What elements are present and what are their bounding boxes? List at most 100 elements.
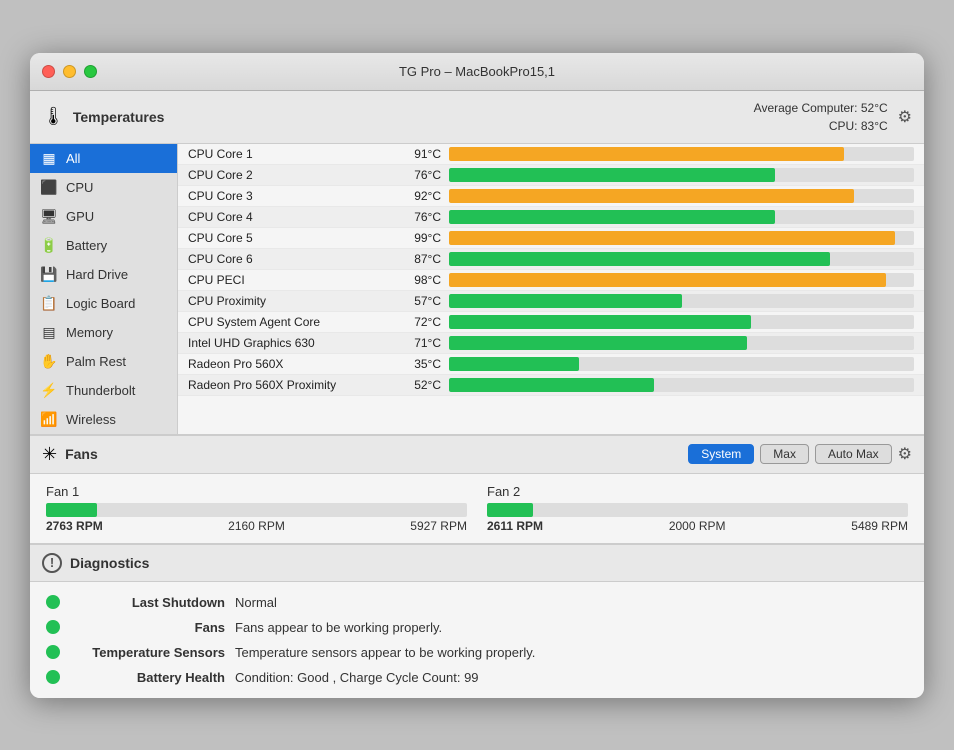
temperatures-header: 🌡 Temperatures Average Computer: 52°C CP… — [30, 91, 924, 144]
sidebar-item-battery[interactable]: 🔋 Battery — [30, 231, 177, 260]
temp-bar — [449, 168, 775, 182]
fan2-bar-outer — [487, 503, 908, 517]
sidebar-item-logic-board[interactable]: 📋 Logic Board — [30, 289, 177, 318]
fan-tab-auto-max[interactable]: Auto Max — [815, 444, 892, 464]
sidebar-item-gpu[interactable]: 🖥 GPU — [30, 202, 177, 231]
logic-board-icon: 📋 — [40, 295, 58, 312]
fan2-min-rpm: 2000 RPM — [669, 519, 726, 533]
sidebar-item-wireless[interactable]: 📶 Wireless — [30, 405, 177, 434]
diagnostics-value: Condition: Good , Charge Cycle Count: 99 — [235, 670, 479, 685]
fan-tab-system[interactable]: System — [688, 444, 754, 464]
gpu-icon: 🖥 — [40, 208, 58, 225]
diagnostics-row: Temperature SensorsTemperature sensors a… — [46, 640, 908, 665]
sidebar-item-thunderbolt-label: Thunderbolt — [66, 383, 135, 398]
temp-bar — [449, 231, 895, 245]
sidebar-item-memory[interactable]: ▤ Memory — [30, 318, 177, 347]
fan2-item: Fan 2 2611 RPM 2000 RPM 5489 RPM — [487, 484, 908, 533]
sidebar: ▦ All ⬛ CPU 🖥 GPU 🔋 Battery — [30, 144, 178, 434]
temp-bar — [449, 336, 747, 350]
hard-drive-icon: 💾 — [40, 266, 58, 283]
temp-bar — [449, 252, 830, 266]
diagnostics-value: Normal — [235, 595, 277, 610]
fan1-label: Fan 1 — [46, 484, 467, 499]
cpu-value: 83°C — [861, 119, 888, 133]
temperature-row: CPU Core 276°C — [178, 165, 924, 186]
temperatures-settings-icon[interactable]: ⚙ — [898, 107, 912, 127]
diagnostics-dot — [46, 620, 60, 634]
temperature-row: CPU Core 599°C — [178, 228, 924, 249]
sidebar-item-palm-rest[interactable]: ✋ Palm Rest — [30, 347, 177, 376]
sidebar-item-logic-board-label: Logic Board — [66, 296, 135, 311]
temperature-row: Radeon Pro 560X35°C — [178, 354, 924, 375]
sidebar-item-wireless-label: Wireless — [66, 412, 116, 427]
sidebar-item-hard-drive-label: Hard Drive — [66, 267, 128, 282]
temp-value: 52°C — [396, 378, 441, 392]
fan1-max-rpm: 5927 RPM — [410, 519, 467, 533]
sidebar-item-hard-drive[interactable]: 💾 Hard Drive — [30, 260, 177, 289]
diagnostics-key: Fans — [70, 620, 225, 635]
fan-tab-max[interactable]: Max — [760, 444, 809, 464]
average-computer-value: 52°C — [861, 101, 888, 115]
temp-name: CPU Proximity — [188, 294, 388, 308]
thermometer-icon: 🌡 — [42, 106, 65, 127]
temp-name: CPU System Agent Core — [188, 315, 388, 329]
temp-bar-container — [449, 315, 914, 329]
temperature-row: CPU Core 687°C — [178, 249, 924, 270]
temperature-row: CPU Core 392°C — [178, 186, 924, 207]
app-window: TG Pro – MacBookPro15,1 🌡 Temperatures A… — [30, 53, 924, 698]
fan1-bar-row — [46, 503, 467, 517]
temperature-row: CPU System Agent Core 72°C — [178, 312, 924, 333]
close-button[interactable] — [42, 65, 55, 78]
diagnostics-section: ! Diagnostics Last ShutdownNormalFansFan… — [30, 543, 924, 698]
average-computer-stat: Average Computer: 52°C — [754, 99, 888, 117]
temperatures-header-right: Average Computer: 52°C CPU: 83°C ⚙ — [754, 99, 912, 135]
maximize-button[interactable] — [84, 65, 97, 78]
cpu-icon: ⬛ — [40, 179, 58, 196]
temp-bar-container — [449, 168, 914, 182]
temp-bar — [449, 210, 775, 224]
temp-value: 76°C — [396, 168, 441, 182]
content-area: ▦ All ⬛ CPU 🖥 GPU 🔋 Battery — [30, 144, 924, 434]
fans-content: Fan 1 2763 RPM 2160 RPM 5927 RPM — [30, 474, 924, 543]
main-area: 🌡 Temperatures Average Computer: 52°C CP… — [30, 91, 924, 698]
temp-value: 91°C — [396, 147, 441, 161]
minimize-button[interactable] — [63, 65, 76, 78]
temp-value: 72°C — [396, 315, 441, 329]
temp-value: 57°C — [396, 294, 441, 308]
temp-name: CPU PECI — [188, 273, 388, 287]
temp-bar — [449, 147, 844, 161]
temperature-row: CPU Core 191°C — [178, 144, 924, 165]
average-computer-label: Average Computer: — [754, 101, 858, 115]
temp-name: CPU Core 4 — [188, 210, 388, 224]
fans-grid: Fan 1 2763 RPM 2160 RPM 5927 RPM — [46, 484, 908, 533]
wireless-icon: 📶 — [40, 411, 58, 428]
temp-bar-container — [449, 210, 914, 224]
fan2-label: Fan 2 — [487, 484, 908, 499]
temp-name: Intel UHD Graphics 630 — [188, 336, 388, 350]
sidebar-item-cpu-label: CPU — [66, 180, 93, 195]
temp-bar-container — [449, 294, 914, 308]
palm-rest-icon: ✋ — [40, 353, 58, 370]
fan2-bar-inner — [487, 503, 533, 517]
cpu-label: CPU: — [829, 119, 858, 133]
sidebar-item-cpu[interactable]: ⬛ CPU — [30, 173, 177, 202]
battery-icon: 🔋 — [40, 237, 58, 254]
diagnostics-value: Temperature sensors appear to be working… — [235, 645, 535, 660]
fans-header-right: System Max Auto Max ⚙ — [688, 444, 912, 464]
fans-settings-icon[interactable]: ⚙ — [898, 444, 912, 464]
window-title: TG Pro – MacBookPro15,1 — [399, 64, 555, 79]
temp-value: 35°C — [396, 357, 441, 371]
temperature-row: CPU Core 476°C — [178, 207, 924, 228]
diagnostics-key: Last Shutdown — [70, 595, 225, 610]
temp-bar-container — [449, 378, 914, 392]
temp-value: 99°C — [396, 231, 441, 245]
temp-bar-container — [449, 252, 914, 266]
fan1-bar-outer — [46, 503, 467, 517]
fans-section: ✳ Fans System Max Auto Max ⚙ Fan 1 — [30, 434, 924, 543]
cpu-stat: CPU: 83°C — [754, 117, 888, 135]
sidebar-item-all[interactable]: ▦ All — [30, 144, 177, 173]
fans-header: ✳ Fans System Max Auto Max ⚙ — [30, 436, 924, 474]
temp-name: CPU Core 3 — [188, 189, 388, 203]
temp-name: CPU Core 6 — [188, 252, 388, 266]
sidebar-item-thunderbolt[interactable]: ⚡ Thunderbolt — [30, 376, 177, 405]
